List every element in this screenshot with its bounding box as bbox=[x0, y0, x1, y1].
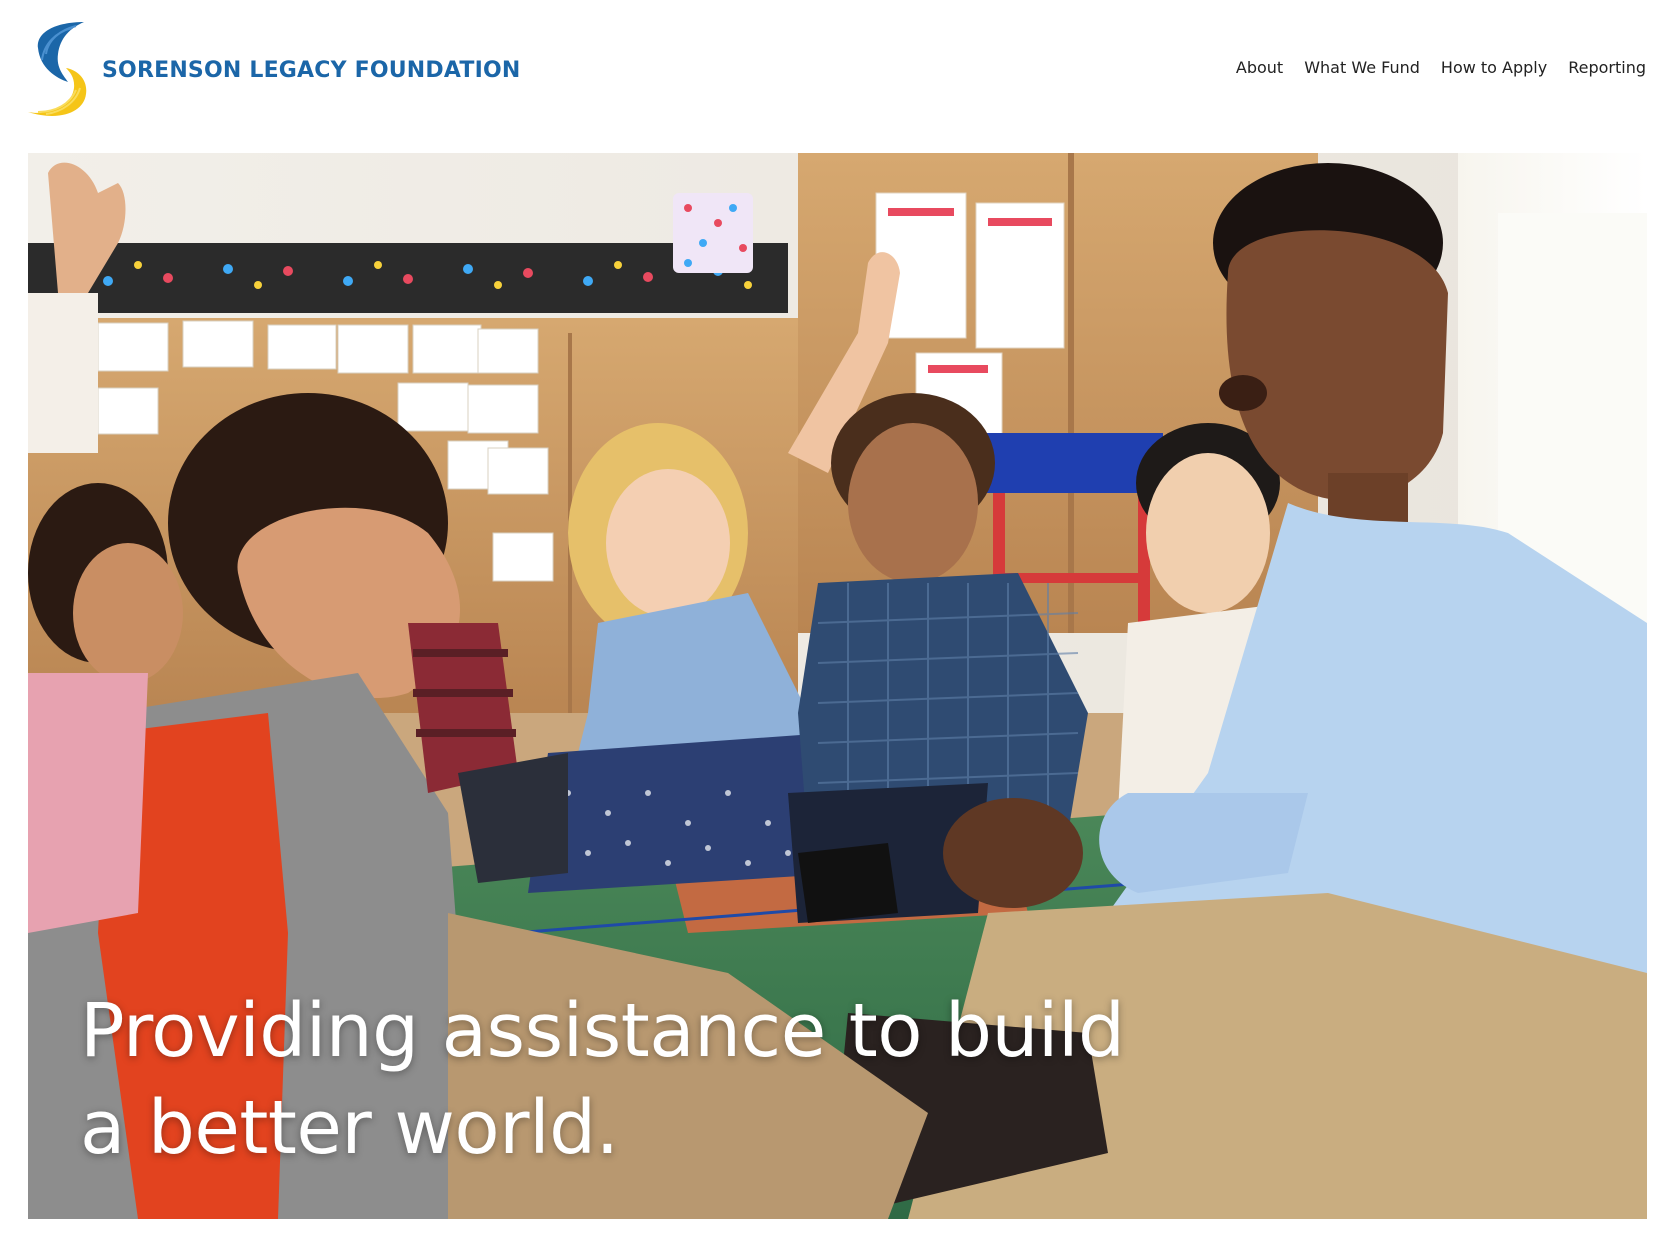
main-nav: About What We Fund How to Apply Reportin… bbox=[1236, 58, 1646, 77]
nav-link-reporting[interactable]: Reporting bbox=[1568, 58, 1646, 77]
logo-text: SORENSON LEGACY FOUNDATION bbox=[102, 57, 521, 83]
logo-link[interactable]: SORENSON LEGACY FOUNDATION bbox=[26, 20, 521, 120]
sorenson-swoosh-icon bbox=[28, 22, 87, 116]
nav-link-what-we-fund[interactable]: What We Fund bbox=[1304, 58, 1420, 77]
hero-title: Providing assistance to build a better w… bbox=[80, 988, 1125, 1171]
page: SORENSON LEGACY FOUNDATION About What We… bbox=[0, 0, 1668, 1238]
hero-banner: Providing assistance to build a better w… bbox=[28, 153, 1647, 1219]
site-header: SORENSON LEGACY FOUNDATION About What We… bbox=[0, 0, 1668, 150]
nav-link-about[interactable]: About bbox=[1236, 58, 1283, 77]
nav-link-how-to-apply[interactable]: How to Apply bbox=[1441, 58, 1547, 77]
